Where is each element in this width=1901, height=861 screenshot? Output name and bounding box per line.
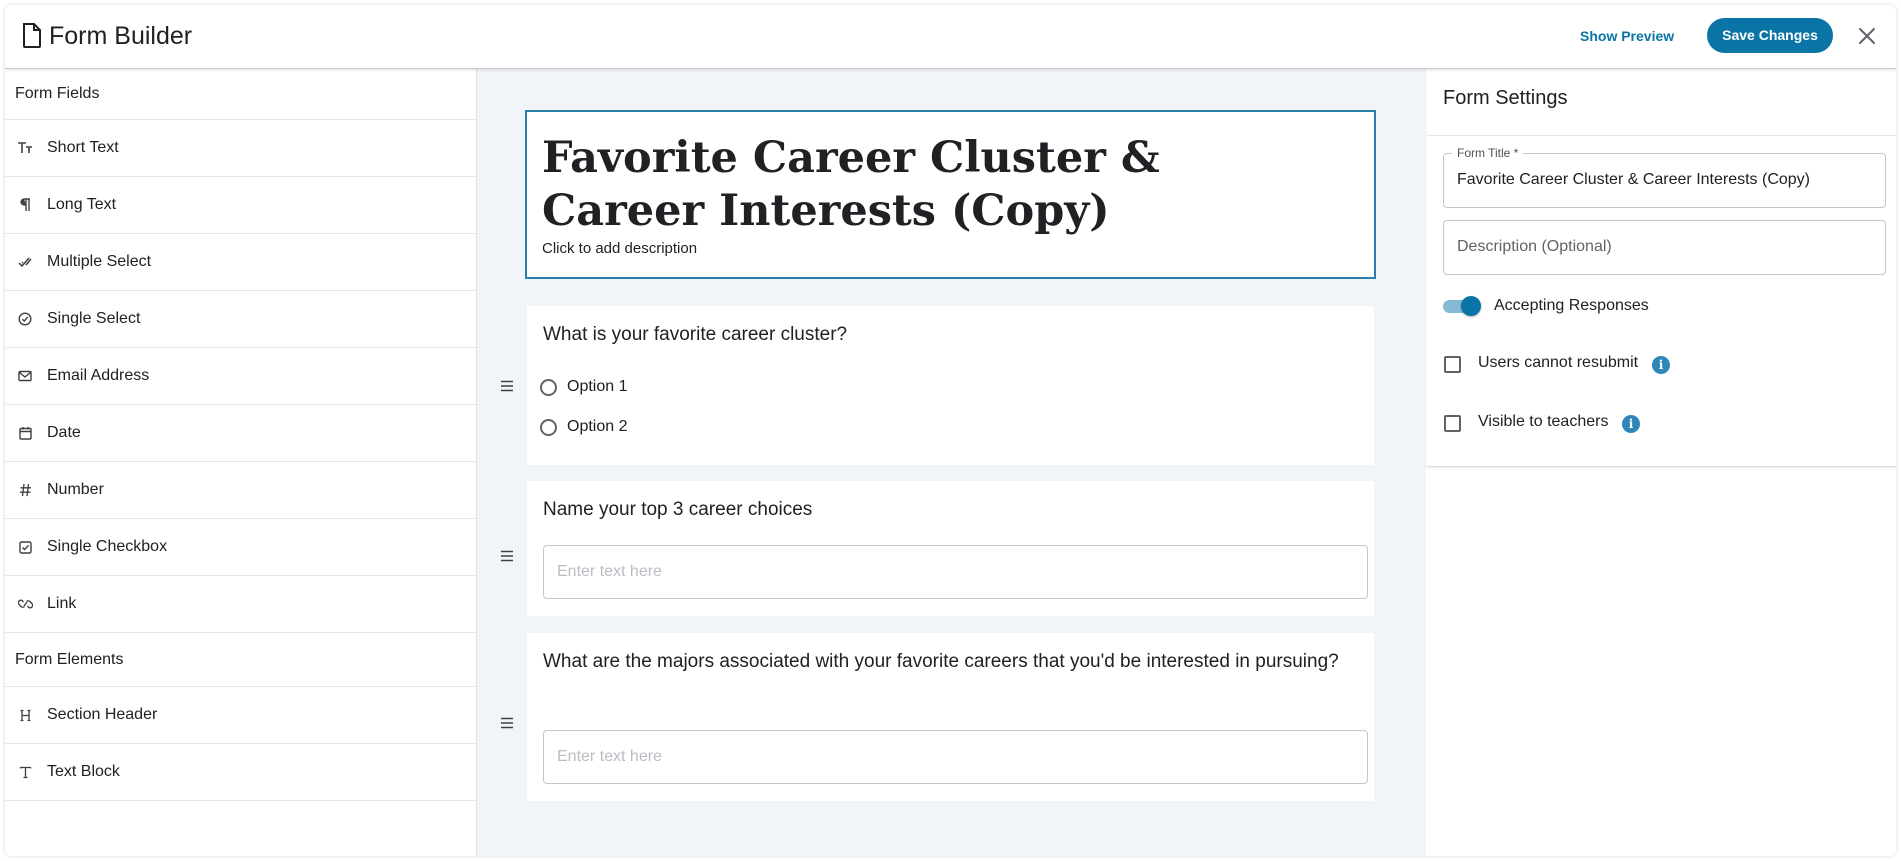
document-icon bbox=[23, 23, 41, 48]
link-icon bbox=[17, 596, 33, 612]
palette-item-label: Single Select bbox=[47, 310, 141, 327]
palette-item-number[interactable]: Number bbox=[5, 462, 476, 519]
palette-item-label: Multiple Select bbox=[47, 253, 152, 270]
radio-option-label: Option 2 bbox=[567, 418, 628, 435]
form-elements-heading: Form Elements bbox=[5, 633, 476, 687]
double-check-icon bbox=[17, 254, 33, 270]
radio-circle[interactable] bbox=[540, 378, 557, 396]
paragraph-icon bbox=[17, 197, 33, 213]
heading-icon bbox=[17, 707, 33, 723]
text-icon bbox=[17, 764, 33, 780]
question-label: What is your favorite career cluster? bbox=[543, 324, 848, 345]
app-title: Form Builder bbox=[49, 22, 193, 50]
info-icon[interactable]: i bbox=[1622, 415, 1640, 433]
palette-item-label: Date bbox=[47, 424, 81, 441]
close-icon[interactable] bbox=[1858, 27, 1876, 45]
palette-item-date[interactable]: Date bbox=[5, 405, 476, 462]
drag-handle-icon[interactable] bbox=[500, 380, 514, 392]
calendar-icon bbox=[17, 425, 33, 441]
form-title[interactable]: Favorite Career Cluster & Career Interes… bbox=[542, 132, 1302, 238]
top-bar: Form Builder Show Preview Save Changes bbox=[5, 5, 1896, 69]
users-cannot-resubmit-label: Users cannot resubmit bbox=[1478, 354, 1639, 371]
palette-item-label: Long Text bbox=[47, 196, 117, 213]
hash-icon bbox=[17, 482, 33, 498]
palette-item-label: Number bbox=[47, 481, 104, 498]
drag-handle-icon[interactable] bbox=[500, 550, 514, 562]
radio-circle[interactable] bbox=[540, 418, 557, 436]
settings-heading: Form Settings bbox=[1443, 87, 1568, 109]
short-answer-input[interactable] bbox=[543, 545, 1368, 599]
palette-item-label: Short Text bbox=[47, 139, 119, 156]
palette-item-label: Section Header bbox=[47, 706, 158, 723]
mail-icon bbox=[17, 368, 33, 384]
save-changes-button[interactable]: Save Changes bbox=[1707, 18, 1833, 53]
visible-to-teachers-label: Visible to teachers bbox=[1478, 413, 1609, 430]
palette-item-email-address[interactable]: Email Address bbox=[5, 348, 476, 405]
form-title-field-label: Form Title * bbox=[1452, 146, 1524, 160]
accepting-responses-label: Accepting Responses bbox=[1494, 297, 1649, 314]
palette-item-section-header[interactable]: Section Header bbox=[5, 687, 476, 744]
radio-option[interactable]: Option 1 bbox=[540, 378, 627, 396]
question-label: What are the majors associated with your… bbox=[543, 651, 1339, 672]
divider bbox=[1427, 135, 1896, 136]
palette-item-single-select[interactable]: Single Select bbox=[5, 291, 476, 348]
question-card[interactable]: What are the majors associated with your… bbox=[527, 633, 1374, 801]
palette-item-label: Text Block bbox=[47, 763, 120, 780]
form-title-card[interactable]: Favorite Career Cluster & Career Interes… bbox=[525, 110, 1376, 279]
form-builder-app: Form Builder Show Preview Save Changes F… bbox=[5, 5, 1896, 856]
radio-option[interactable]: Option 2 bbox=[540, 418, 627, 436]
visible-to-teachers-checkbox[interactable] bbox=[1444, 415, 1461, 432]
field-palette: Form Fields Short Text Long Text Multipl… bbox=[5, 69, 477, 856]
text-size-icon bbox=[17, 140, 33, 156]
form-canvas: Favorite Career Cluster & Career Interes… bbox=[477, 69, 1426, 856]
info-icon[interactable]: i bbox=[1652, 356, 1670, 374]
form-settings-panel: Form Settings Form Title * Favorite Care… bbox=[1427, 69, 1896, 467]
description-field-placeholder[interactable]: Description (Optional) bbox=[1457, 238, 1612, 256]
radio-option-label: Option 1 bbox=[567, 378, 628, 395]
palette-item-short-text[interactable]: Short Text bbox=[5, 120, 476, 177]
toggle-knob bbox=[1461, 296, 1481, 316]
accepting-responses-toggle[interactable] bbox=[1443, 295, 1481, 317]
long-answer-input[interactable] bbox=[543, 730, 1368, 784]
form-description[interactable]: Click to add description bbox=[542, 240, 697, 257]
question-card[interactable]: Name your top 3 career choices bbox=[527, 481, 1374, 616]
form-title-field[interactable]: Form Title * Favorite Career Cluster & C… bbox=[1443, 146, 1886, 208]
check-circle-icon bbox=[17, 311, 33, 327]
show-preview-button[interactable]: Show Preview bbox=[1580, 27, 1674, 45]
palette-item-multiple-select[interactable]: Multiple Select bbox=[5, 234, 476, 291]
drag-handle-icon[interactable] bbox=[500, 717, 514, 729]
palette-item-single-checkbox[interactable]: Single Checkbox bbox=[5, 519, 476, 576]
palette-item-label: Email Address bbox=[47, 367, 150, 384]
question-label: Name your top 3 career choices bbox=[543, 499, 813, 520]
palette-item-long-text[interactable]: Long Text bbox=[5, 177, 476, 234]
form-fields-heading: Form Fields bbox=[5, 69, 476, 120]
palette-item-link[interactable]: Link bbox=[5, 576, 476, 633]
question-card[interactable]: What is your favorite career cluster? Op… bbox=[527, 306, 1374, 465]
palette-item-label: Link bbox=[47, 595, 77, 612]
users-cannot-resubmit-checkbox[interactable] bbox=[1444, 356, 1461, 373]
checkbox-icon bbox=[17, 539, 33, 555]
palette-item-text-block[interactable]: Text Block bbox=[5, 744, 476, 801]
palette-item-label: Single Checkbox bbox=[47, 538, 168, 555]
description-field[interactable]: Description (Optional) bbox=[1443, 220, 1886, 275]
form-title-field-value[interactable]: Favorite Career Cluster & Career Interes… bbox=[1457, 171, 1810, 189]
